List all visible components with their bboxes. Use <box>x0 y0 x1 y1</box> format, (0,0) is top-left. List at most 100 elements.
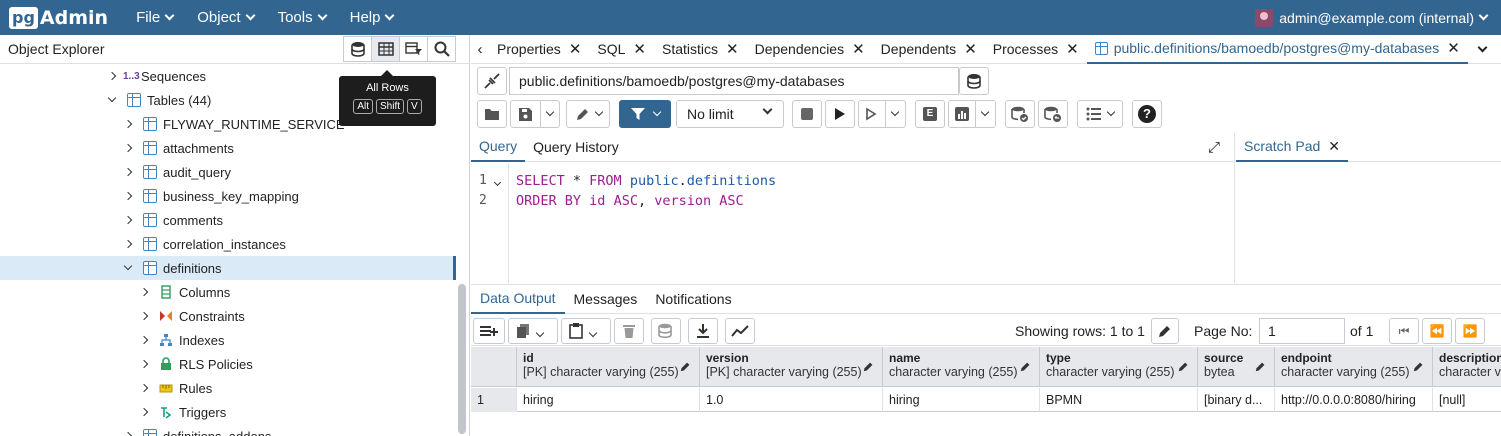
expand-arrow-icon[interactable] <box>123 167 133 177</box>
expand-arrow-icon[interactable] <box>139 311 149 321</box>
close-icon[interactable]: ✕ <box>633 40 646 58</box>
expand-arrow-icon[interactable] <box>139 383 149 393</box>
tree-item-triggers[interactable]: Triggers <box>0 400 456 424</box>
expand-arrow-icon[interactable] <box>123 119 133 129</box>
cell-name[interactable]: hiring <box>883 388 1040 412</box>
user-menu[interactable]: admin@example.com (internal) <box>1255 0 1489 35</box>
menu-tools[interactable]: Tools <box>278 9 328 26</box>
close-icon[interactable]: ✕ <box>852 40 865 58</box>
column-header-description[interactable]: description character varying <box>1433 347 1501 387</box>
edit-rows-button[interactable] <box>1151 318 1179 344</box>
chevron-down-icon[interactable] <box>885 101 903 127</box>
fold-chevron-icon[interactable] <box>493 172 502 188</box>
menu-object[interactable]: Object <box>197 9 256 26</box>
cell-id[interactable]: hiring <box>517 388 700 412</box>
expand-arrow-icon[interactable] <box>139 359 149 369</box>
chevron-down-icon[interactable] <box>588 323 598 339</box>
close-icon[interactable]: ✕ <box>569 40 582 58</box>
tree-item-indexes[interactable]: Indexes <box>0 328 456 352</box>
view-all-rows-button[interactable] <box>371 36 400 62</box>
macros-button[interactable] <box>1077 100 1123 128</box>
explain-button[interactable]: E <box>915 100 945 128</box>
expand-arrow-icon[interactable] <box>139 287 149 297</box>
expand-arrow-icon[interactable] <box>123 239 133 249</box>
save-file-button[interactable] <box>510 100 560 128</box>
column-header-version[interactable]: version [PK] character varying (255) <box>700 347 883 387</box>
collapse-arrow-icon[interactable] <box>107 93 117 103</box>
search-objects-button[interactable] <box>427 36 456 62</box>
tree-item-table-definitions[interactable]: definitions <box>0 256 456 280</box>
cell-type[interactable]: BPMN <box>1040 388 1198 412</box>
expand-arrow-icon[interactable] <box>123 143 133 153</box>
tab-scratch-pad[interactable]: Scratch Pad ✕ <box>1236 133 1348 162</box>
stop-button[interactable] <box>792 100 822 128</box>
chevron-down-icon[interactable] <box>540 101 558 127</box>
row-number[interactable]: 1 <box>471 388 517 412</box>
delete-button[interactable] <box>614 318 644 344</box>
first-page-button[interactable]: ⏮ <box>1389 318 1419 344</box>
rollback-button[interactable] <box>1038 100 1068 128</box>
filtered-rows-button[interactable] <box>399 36 428 62</box>
explain-analyze-button[interactable] <box>948 100 996 128</box>
next-page-button[interactable]: ⏩ <box>1455 318 1485 344</box>
tree-scrollbar[interactable] <box>458 284 466 434</box>
expand-arrow-icon[interactable] <box>123 191 133 201</box>
close-icon[interactable]: ✕ <box>1066 40 1079 58</box>
tree-item-table-attachments[interactable]: attachments <box>0 136 456 160</box>
tabs-scroll-left-icon[interactable]: ‹ <box>471 41 489 58</box>
tree-item-rls-policies[interactable]: RLS Policies <box>0 352 456 376</box>
tab-sql[interactable]: SQL ✕ <box>589 35 654 64</box>
page-number-input[interactable]: 1 <box>1259 318 1345 344</box>
tree-item-constraints[interactable]: Constraints <box>0 304 456 328</box>
graph-visualiser-button[interactable] <box>725 318 755 344</box>
tab-query[interactable]: Query <box>471 133 526 162</box>
tree-item-table-audit-query[interactable]: audit_query <box>0 160 456 184</box>
tab-statistics[interactable]: Statistics ✕ <box>654 35 747 64</box>
commit-button[interactable] <box>1005 100 1035 128</box>
menu-help[interactable]: Help <box>350 9 395 26</box>
copy-button[interactable] <box>508 318 558 344</box>
download-button[interactable] <box>688 318 718 344</box>
collapse-arrow-icon[interactable] <box>123 261 133 271</box>
expand-icon[interactable]: ⤢ <box>1208 139 1220 156</box>
previous-page-button[interactable]: ⏪ <box>1422 318 1452 344</box>
open-file-button[interactable] <box>477 100 507 128</box>
tree-item-table-business-key-mapping[interactable]: business_key_mapping <box>0 184 456 208</box>
table-row[interactable]: 1 hiring 1.0 hiring BPMN [binary d... ht… <box>471 388 1501 412</box>
column-header-source[interactable]: source bytea <box>1198 347 1275 387</box>
tab-processes[interactable]: Processes ✕ <box>985 35 1087 64</box>
new-connection-button[interactable] <box>959 67 989 95</box>
execute-options-button[interactable] <box>858 100 906 128</box>
connection-status-button[interactable] <box>477 67 507 95</box>
chevron-down-icon[interactable] <box>975 101 993 127</box>
expand-arrow-icon[interactable] <box>123 215 133 225</box>
save-data-button[interactable] <box>651 318 681 344</box>
row-limit-select[interactable]: No limit <box>676 100 784 128</box>
tab-dependents[interactable]: Dependents ✕ <box>873 35 985 64</box>
tab-dependencies[interactable]: Dependencies ✕ <box>747 35 873 64</box>
tabs-more-icon[interactable] <box>1474 42 1492 52</box>
tree-item-table-comments[interactable]: comments <box>0 208 456 232</box>
close-icon[interactable]: ✕ <box>726 40 739 58</box>
filter-button[interactable] <box>619 100 671 128</box>
chevron-down-icon[interactable] <box>535 323 545 339</box>
cell-version[interactable]: 1.0 <box>700 388 883 412</box>
paste-button[interactable] <box>561 318 611 344</box>
expand-arrow-icon[interactable] <box>139 335 149 345</box>
expand-arrow-icon[interactable] <box>139 407 149 417</box>
tree-item-table-definitions-addons[interactable]: definitions_addons <box>0 424 456 436</box>
tab-notifications[interactable]: Notifications <box>646 284 740 314</box>
expand-arrow-icon[interactable] <box>107 71 117 81</box>
close-icon[interactable]: ✕ <box>1447 39 1460 57</box>
tab-messages[interactable]: Messages <box>565 284 647 314</box>
cell-description[interactable]: [null] <box>1433 388 1501 412</box>
menu-file[interactable]: File <box>136 9 175 26</box>
column-header-name[interactable]: name character varying (255) <box>883 347 1040 387</box>
sql-editor[interactable]: 1 2 SELECT * FROM public.definitions ORD… <box>471 163 1235 283</box>
tab-query-tool[interactable]: public.definitions/bamoedb/postgres@my-d… <box>1086 35 1468 64</box>
cell-endpoint[interactable]: http://0.0.0.0:8080/hiring <box>1275 388 1433 412</box>
query-tool-button[interactable] <box>343 36 372 62</box>
add-row-button[interactable] <box>473 318 505 344</box>
close-icon[interactable]: ✕ <box>1328 138 1340 155</box>
tab-query-history[interactable]: Query History <box>525 133 627 162</box>
